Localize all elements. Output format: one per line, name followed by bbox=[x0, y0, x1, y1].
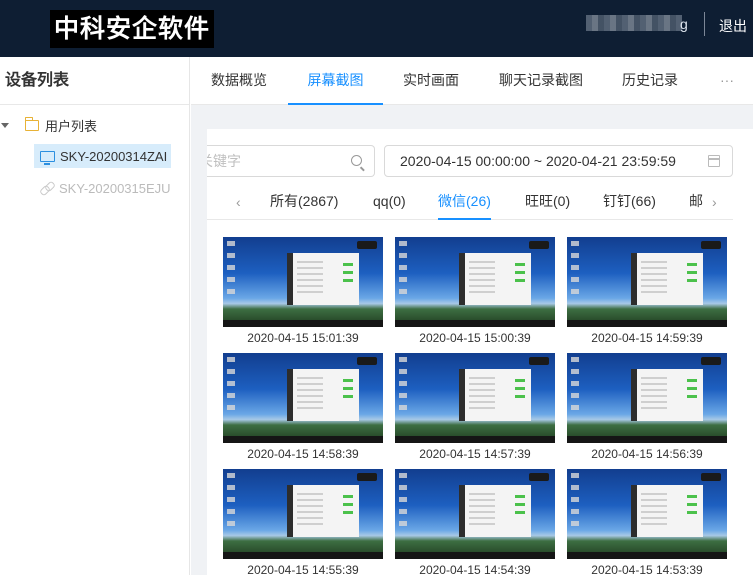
tab-history[interactable]: 历史记录 bbox=[622, 57, 678, 105]
screenshot-time: 2020-04-15 14:53:39 bbox=[591, 563, 703, 575]
date-range-picker[interactable]: 2020-04-15 00:00:00 ~ 2020-04-21 23:59:5… bbox=[384, 145, 733, 177]
screenshot-time: 2020-04-15 14:54:39 bbox=[419, 563, 531, 575]
screenshot-thumbnail[interactable] bbox=[223, 469, 383, 559]
device-label: SKY-20200314ZAI bbox=[60, 148, 168, 164]
screenshot-thumbnail[interactable] bbox=[395, 237, 555, 327]
screenshot-thumbnail[interactable] bbox=[395, 469, 555, 559]
date-range-value: 2020-04-15 00:00:00 ~ 2020-04-21 23:59:5… bbox=[400, 153, 676, 169]
caret-down-icon[interactable] bbox=[1, 122, 9, 128]
screenshot-thumbnail[interactable] bbox=[567, 237, 727, 327]
screenshot-card[interactable]: 2020-04-15 15:01:39 bbox=[223, 237, 383, 346]
screenshot-card[interactable]: 2020-04-15 15:00:39 bbox=[395, 237, 555, 346]
screenshot-panel: 2020-04-15 00:00:00 ~ 2020-04-21 23:59:5… bbox=[207, 129, 753, 575]
screenshot-thumbnail[interactable] bbox=[223, 353, 383, 443]
logout-button[interactable]: 退出 bbox=[719, 16, 747, 36]
screenshot-card[interactable]: 2020-04-15 14:59:39 bbox=[567, 237, 727, 346]
screenshot-time: 2020-04-15 14:59:39 bbox=[591, 331, 703, 345]
device-item-offline[interactable]: SKY-20200315EJU bbox=[34, 176, 175, 200]
header-divider bbox=[704, 12, 705, 36]
search-input[interactable] bbox=[207, 146, 329, 176]
tree-node-label: 用户列表 bbox=[45, 118, 98, 134]
top-bar: 中科安企软件 g 退出 bbox=[0, 0, 753, 57]
calendar-icon bbox=[708, 155, 720, 167]
screenshot-time: 2020-04-15 14:58:39 bbox=[247, 447, 359, 461]
screenshot-time: 2020-04-15 15:00:39 bbox=[419, 331, 531, 345]
subtab-qq[interactable]: qq(0) bbox=[373, 186, 406, 220]
chevron-left-icon[interactable]: ‹ bbox=[236, 194, 241, 210]
main-tabs: 数据概览 屏幕截图 实时画面 聊天记录截图 历史记录 ··· bbox=[191, 57, 753, 105]
keyword-search bbox=[207, 145, 375, 177]
sidebar-title: 设备列表 bbox=[0, 57, 189, 105]
monitor-icon bbox=[40, 150, 55, 165]
tab-data-overview[interactable]: 数据概览 bbox=[211, 57, 267, 105]
chevron-right-icon[interactable]: › bbox=[712, 194, 717, 210]
screenshot-time: 2020-04-15 14:55:39 bbox=[247, 563, 359, 575]
disconnected-link-icon bbox=[40, 181, 54, 195]
user-name: g bbox=[680, 16, 688, 32]
tree-node-user-list[interactable]: 用户列表 bbox=[0, 113, 97, 137]
subtab-dingtalk[interactable]: 钉钉(66) bbox=[603, 186, 656, 220]
screenshot-thumbnail[interactable] bbox=[567, 353, 727, 443]
screenshot-card[interactable]: 2020-04-15 14:54:39 bbox=[395, 469, 555, 575]
folder-icon bbox=[24, 116, 39, 131]
subtab-mail[interactable]: 邮 bbox=[689, 186, 703, 220]
screenshot-thumbnail[interactable] bbox=[395, 353, 555, 443]
subtab-wangwang[interactable]: 旺旺(0) bbox=[525, 186, 570, 220]
user-name-redacted bbox=[586, 15, 682, 31]
tab-screenshots[interactable]: 屏幕截图 bbox=[288, 57, 383, 105]
screenshot-card[interactable]: 2020-04-15 14:57:39 bbox=[395, 353, 555, 462]
tab-live-view[interactable]: 实时画面 bbox=[403, 57, 459, 105]
screenshot-card[interactable]: 2020-04-15 14:56:39 bbox=[567, 353, 727, 462]
screenshot-card[interactable]: 2020-04-15 14:53:39 bbox=[567, 469, 727, 575]
main-content: 数据概览 屏幕截图 实时画面 聊天记录截图 历史记录 ··· 2020-04-1… bbox=[191, 57, 753, 575]
app-filter-tabs: ‹ 所有(2867) qq(0) 微信(26) 旺旺(0) 钉钉(66) 邮 › bbox=[207, 186, 733, 220]
screenshot-thumbnail[interactable] bbox=[223, 237, 383, 327]
screenshot-card[interactable]: 2020-04-15 14:58:39 bbox=[223, 353, 383, 462]
sidebar: 设备列表 用户列表 SKY-20200314ZAI SKY-20200315EJ… bbox=[0, 57, 190, 575]
screenshot-thumbnail[interactable] bbox=[567, 469, 727, 559]
more-tabs-button[interactable]: ··· bbox=[717, 57, 737, 105]
subtab-wechat[interactable]: 微信(26) bbox=[438, 186, 491, 220]
tab-chat-screenshots[interactable]: 聊天记录截图 bbox=[499, 57, 583, 105]
device-item-online[interactable]: SKY-20200314ZAI bbox=[34, 144, 172, 168]
screenshot-card[interactable]: 2020-04-15 14:55:39 bbox=[223, 469, 383, 575]
screenshot-time: 2020-04-15 14:57:39 bbox=[419, 447, 531, 461]
brand-logo: 中科安企软件 bbox=[50, 10, 215, 48]
screenshot-time: 2020-04-15 15:01:39 bbox=[247, 331, 359, 345]
subtab-all[interactable]: 所有(2867) bbox=[270, 186, 338, 220]
search-icon[interactable] bbox=[351, 155, 362, 166]
screenshot-time: 2020-04-15 14:56:39 bbox=[591, 447, 703, 461]
device-label: SKY-20200315EJU bbox=[59, 180, 171, 196]
